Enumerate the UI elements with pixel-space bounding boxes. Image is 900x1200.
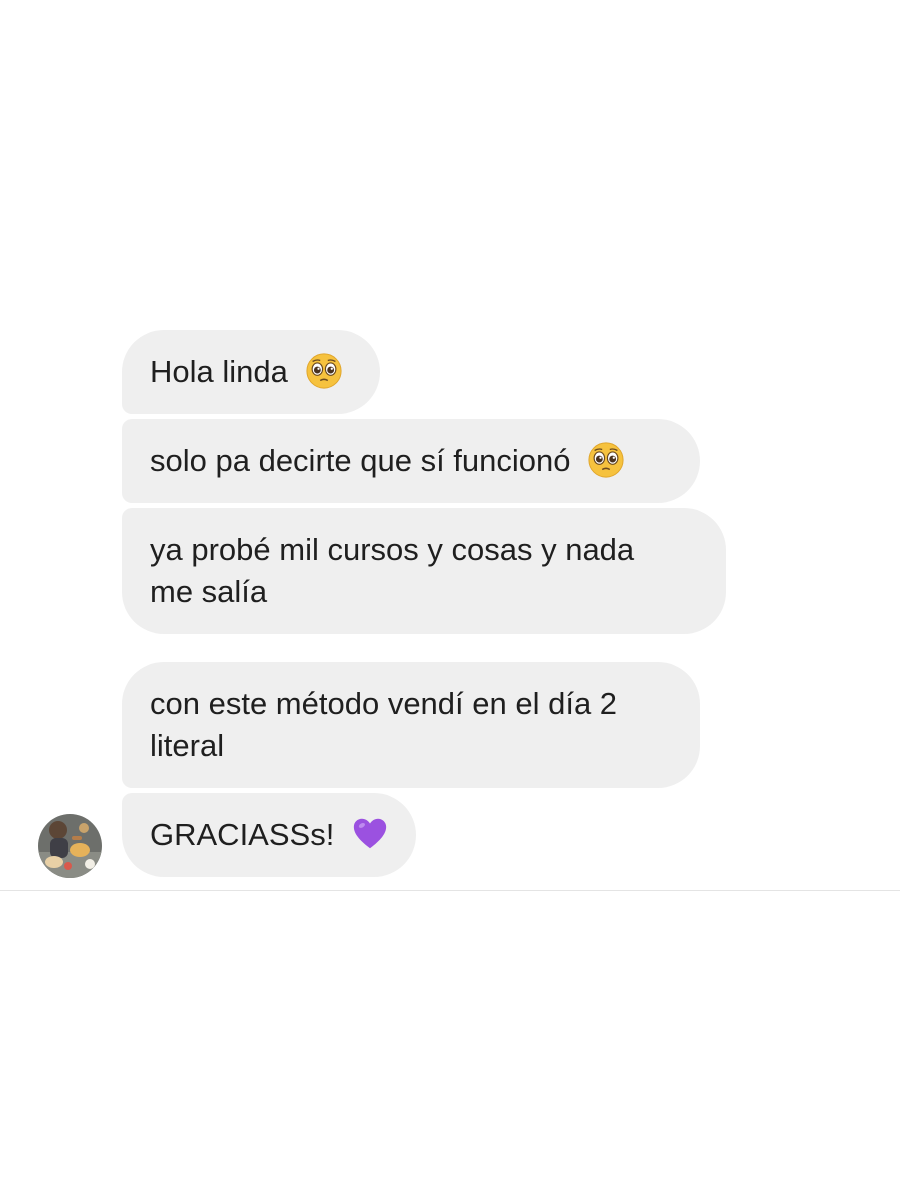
divider [0, 890, 900, 891]
message-bubble[interactable]: GRACIASSs! [122, 793, 416, 877]
pleading-face-icon [305, 353, 342, 389]
avatar-image [38, 814, 102, 878]
message-bubble[interactable]: ya probé mil cursos y cosas y nada me sa… [122, 508, 726, 634]
message-bubble[interactable]: con este método vendí en el día 2 litera… [122, 662, 700, 788]
message-bubble[interactable]: Hola linda [122, 330, 380, 414]
message-text: solo pa decirte que sí funcionó [150, 443, 571, 478]
purple-heart-icon [353, 818, 387, 849]
message-text-line: me salía [150, 574, 268, 609]
message-text: GRACIASSs! [150, 817, 335, 852]
message-text-line: literal [150, 728, 225, 763]
sender-avatar[interactable] [38, 814, 102, 878]
chat-thread: Hola linda solo pa decirte que sí funcio… [0, 0, 900, 1200]
message-text-line: ya probé mil cursos y cosas y nada [150, 532, 635, 567]
message-text-line: con este método vendí en el día 2 [150, 686, 618, 721]
pleading-face-icon [588, 442, 624, 478]
message-bubble[interactable]: solo pa decirte que sí funcionó [122, 419, 700, 503]
message-text: Hola linda [150, 354, 288, 389]
